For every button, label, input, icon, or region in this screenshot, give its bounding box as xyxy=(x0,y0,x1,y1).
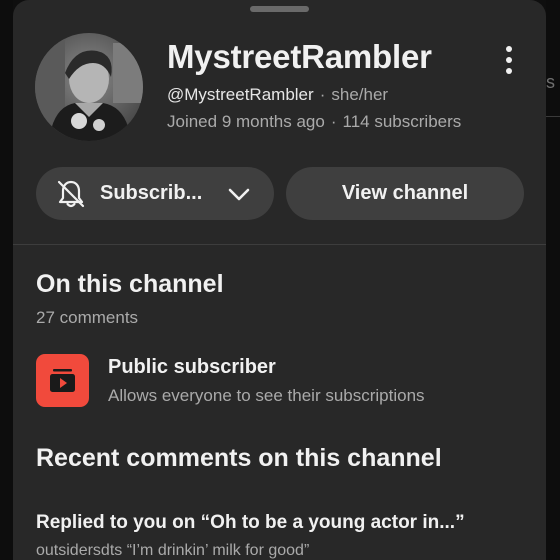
recent-comments-heading: Recent comments on this channel xyxy=(36,444,442,472)
on-this-channel-heading: On this channel xyxy=(36,270,224,298)
separator-dot: · xyxy=(319,85,326,104)
bell-off-icon xyxy=(57,180,85,208)
comment-preview: outsidersdts “I’m drinkin’ milk for good… xyxy=(36,542,310,559)
public-subscriber-title: Public subscriber xyxy=(108,356,276,378)
view-channel-button[interactable]: View channel xyxy=(286,167,524,220)
comment-count: 27 comments xyxy=(36,308,139,327)
subscribe-label: Subscrib... xyxy=(100,182,203,204)
public-subscriber-description: Allows everyone to see their subscriptio… xyxy=(108,386,425,405)
background-divider xyxy=(546,116,560,117)
more-vertical-icon-dot xyxy=(506,68,512,74)
channel-name: MystreetRambler xyxy=(167,38,432,75)
more-vertical-icon-dot xyxy=(506,57,512,63)
avatar-image xyxy=(35,33,143,141)
background-glyph: s xyxy=(546,72,555,92)
comment-heading: Replied to you on “Oh to be a young acto… xyxy=(36,512,465,533)
joined-date: Joined 9 months ago xyxy=(167,112,325,131)
subscriber-count: 114 subscribers xyxy=(342,112,462,131)
channel-handle-row: @MystreetRambler · she/her xyxy=(167,85,388,105)
subscriptions-icon xyxy=(36,354,89,407)
channel-meta-row: Joined 9 months ago · 114 subscribers xyxy=(167,112,461,132)
subscribed-button[interactable]: Subscrib... xyxy=(36,167,274,220)
avatar[interactable] xyxy=(35,33,143,141)
comment-list-item[interactable]: Replied to you on “Oh to be a young acto… xyxy=(36,512,536,560)
channel-bottom-sheet: MystreetRambler @MystreetRambler · she/her… xyxy=(13,0,546,560)
chevron-down-icon xyxy=(228,188,250,201)
sheet-drag-handle[interactable] xyxy=(250,6,309,12)
more-options-button[interactable] xyxy=(497,42,521,78)
more-vertical-icon xyxy=(506,46,512,52)
section-divider xyxy=(13,244,546,245)
separator-dot: · xyxy=(330,112,337,131)
subscriptions-glyph xyxy=(50,369,75,392)
view-channel-label: View channel xyxy=(341,182,469,204)
channel-handle: @MystreetRambler xyxy=(167,85,314,104)
channel-pronouns: she/her xyxy=(331,85,389,104)
background-page-left xyxy=(0,0,13,560)
